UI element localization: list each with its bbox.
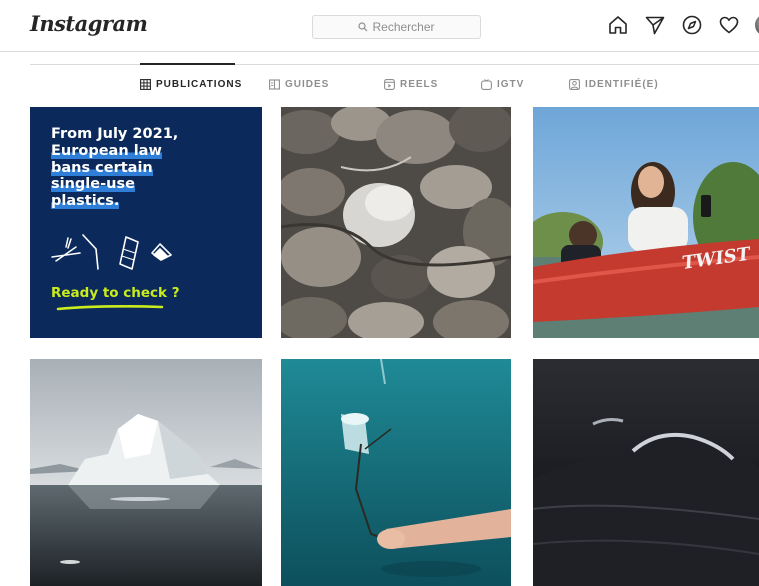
tab-reels[interactable]: REELS — [384, 79, 438, 90]
cup-icon — [151, 243, 172, 261]
top-navigation-bar: Instagram Rechercher — [0, 0, 759, 52]
post-tile-plastic-rocks[interactable] — [281, 107, 511, 338]
tab-label: IDENTIFIÉ(E) — [585, 79, 659, 90]
post-tile-kayak[interactable]: TWIST — [533, 107, 759, 338]
profile-tabs: PUBLICATIONS GUIDES REELS IGTV IDENTIFIÉ… — [0, 79, 759, 95]
highlight-line: European law — [51, 143, 162, 159]
cutlery-icon — [51, 237, 81, 262]
search-input[interactable]: Rechercher — [312, 15, 481, 39]
search-placeholder: Rechercher — [372, 20, 435, 34]
post-tile-iceberg[interactable] — [30, 359, 262, 586]
igtv-icon — [481, 79, 492, 90]
tab-tagged[interactable]: IDENTIFIÉ(E) — [569, 79, 659, 90]
post-tile-plastics-law[interactable]: From July 2021, European law bans certai… — [30, 107, 262, 338]
activity-heart-icon[interactable] — [718, 14, 740, 36]
guides-icon — [269, 79, 280, 90]
poster-heading: From July 2021, — [51, 126, 179, 142]
plastic-rocks-photo — [281, 107, 511, 338]
iceberg-photo — [30, 359, 262, 586]
highlight-line: plastics. — [51, 192, 120, 209]
plate-icon — [119, 236, 139, 270]
nav-icons — [607, 14, 759, 36]
profile-avatar[interactable] — [755, 14, 759, 36]
highlight-line: single-use — [51, 176, 135, 192]
direct-message-icon[interactable] — [644, 14, 666, 36]
grid-icon — [140, 79, 151, 90]
reels-icon — [384, 79, 395, 90]
post-tile-wave[interactable] — [533, 359, 759, 586]
tagged-icon — [569, 79, 580, 90]
tab-guides[interactable]: GUIDES — [269, 79, 329, 90]
straw-icon — [82, 234, 99, 270]
tab-label: IGTV — [497, 79, 525, 90]
poster-highlight-text: European law bans certain single-use pla… — [51, 143, 251, 209]
kayak-photo: TWIST — [533, 107, 759, 338]
home-icon[interactable] — [607, 14, 629, 36]
single-use-plastics-icons — [51, 234, 172, 270]
post-tile-underwater[interactable] — [281, 359, 511, 586]
tab-label: REELS — [400, 79, 439, 90]
highlight-line: bans certain — [51, 159, 153, 176]
wave-photo — [533, 359, 759, 586]
search-icon — [358, 22, 368, 32]
tab-label: GUIDES — [285, 79, 330, 90]
tab-publications[interactable]: PUBLICATIONS — [140, 79, 242, 90]
explore-compass-icon[interactable] — [681, 14, 703, 36]
instagram-logo[interactable]: Instagram — [30, 11, 148, 36]
active-tab-indicator — [140, 63, 235, 65]
cta-underline — [56, 305, 164, 311]
tab-label: PUBLICATIONS — [156, 79, 243, 90]
poster-cta: Ready to check ? — [51, 285, 180, 301]
tab-igtv[interactable]: IGTV — [481, 79, 524, 90]
underwater-photo — [281, 359, 511, 586]
